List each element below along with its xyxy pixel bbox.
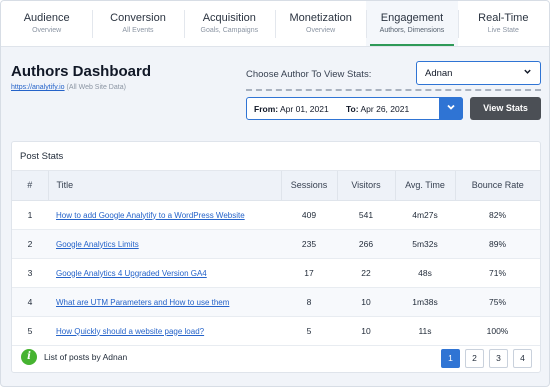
row-number: 4 (12, 287, 48, 317)
tab-sublabel: Goals, Campaigns (200, 27, 259, 34)
post-link[interactable]: Google Analytics Limits (56, 240, 139, 249)
tab-audience[interactable]: Audience Overview (1, 1, 92, 46)
tab-label: Engagement (380, 12, 444, 24)
row-visitors: 10 (337, 316, 395, 346)
row-number: 1 (12, 200, 48, 230)
post-stats-card: Post Stats # Title Sessions Visitors Avg… (11, 141, 541, 373)
author-select[interactable]: Adnan (416, 61, 541, 85)
row-title: How Quickly should a website page load? (48, 316, 281, 346)
post-link[interactable]: What are UTM Parameters and How to use t… (56, 298, 229, 307)
author-label: Choose Author To View Stats: (246, 69, 372, 80)
tab-label: Acquisition (202, 12, 256, 24)
tab-sublabel: Live State (487, 27, 519, 34)
view-stats-button[interactable]: View Stats (470, 97, 541, 120)
row-title: Google Analytics Limits (48, 229, 281, 259)
from-date: Apr 01, 2021 (280, 104, 329, 114)
to-label: To: (346, 104, 359, 114)
chevron-down-icon (447, 104, 455, 110)
chevron-down-icon (523, 67, 532, 79)
date-dropdown-button[interactable] (439, 97, 463, 120)
row-number: 5 (12, 316, 48, 346)
row-title: Google Analytics 4 Upgraded Version GA4 (48, 258, 281, 288)
tab-sublabel: Authors, Dimensions (379, 27, 445, 34)
tab-acquisition[interactable]: Acquisition Goals, Campaigns (183, 1, 275, 46)
date-range-picker[interactable]: From: Apr 01, 2021 To: Apr 26, 2021 (246, 97, 463, 120)
site-note: (All Web Site Data) (66, 84, 126, 91)
tab-label: Monetization (289, 12, 352, 24)
row-sessions: 235 (281, 229, 337, 259)
dashboard-frame: Audience Overview Conversion All Events … (0, 0, 550, 387)
row-visitors: 266 (337, 229, 395, 259)
tab-sublabel: Overview (32, 27, 62, 34)
row-title: How to add Google Analytify to a WordPre… (48, 200, 281, 230)
tab-sublabel: Overview (306, 27, 336, 34)
col-sessions: Sessions (281, 171, 338, 201)
tab-label: Audience (23, 12, 70, 24)
row-avg-time: 11s (395, 316, 455, 346)
table-row: 2 Google Analytics Limits 235 266 5m32s … (12, 229, 540, 259)
site-info: https://analytify.io (All Web Site Data) (11, 84, 126, 91)
table-row: 5 How Quickly should a website page load… (12, 316, 540, 346)
row-bounce-rate: 75% (455, 287, 540, 317)
tab-label: Conversion (110, 12, 166, 24)
table-row: 4 What are UTM Parameters and How to use… (12, 287, 540, 317)
page-button-2[interactable]: 2 (465, 349, 484, 368)
page-button-4[interactable]: 4 (513, 349, 532, 368)
page-button-3[interactable]: 3 (489, 349, 508, 368)
footer-text: List of posts by Adnan (44, 352, 128, 362)
row-bounce-rate: 100% (455, 316, 540, 346)
row-avg-time: 48s (395, 258, 455, 288)
post-link[interactable]: How to add Google Analytify to a WordPre… (56, 211, 245, 220)
row-bounce-rate: 71% (455, 258, 540, 288)
row-bounce-rate: 89% (455, 229, 540, 259)
table-header-row: # Title Sessions Visitors Avg. Time Boun… (12, 171, 540, 201)
row-sessions: 5 (281, 316, 337, 346)
col-visitors: Visitors (337, 171, 396, 201)
row-sessions: 409 (281, 200, 337, 230)
col-title: Title (48, 171, 282, 201)
post-link[interactable]: How Quickly should a website page load? (56, 327, 204, 336)
tab-monetization[interactable]: Monetization Overview (274, 1, 366, 46)
row-number: 2 (12, 229, 48, 259)
row-title: What are UTM Parameters and How to use t… (48, 287, 281, 317)
tab-conversion[interactable]: Conversion All Events (92, 1, 183, 46)
col-number: # (12, 171, 49, 201)
author-selected-value: Adnan (425, 68, 453, 79)
pagination: 1 2 3 4 (441, 349, 532, 368)
row-avg-time: 1m38s (395, 287, 455, 317)
row-sessions: 8 (281, 287, 337, 317)
date-from: From: Apr 01, 2021 (254, 104, 329, 114)
row-number: 3 (12, 258, 48, 288)
row-visitors: 541 (337, 200, 395, 230)
row-bounce-rate: 82% (455, 200, 540, 230)
divider (246, 89, 541, 91)
page-button-1[interactable]: 1 (441, 349, 460, 368)
row-visitors: 22 (337, 258, 395, 288)
card-title: Post Stats (12, 142, 540, 171)
tab-label: Real-Time (478, 12, 529, 24)
date-to: To: Apr 26, 2021 (346, 104, 409, 114)
page-title: Authors Dashboard (11, 63, 152, 80)
to-date: Apr 26, 2021 (360, 104, 410, 114)
post-stats-table: # Title Sessions Visitors Avg. Time Boun… (12, 171, 540, 346)
info-icon: i (21, 349, 37, 365)
tab-bar: Audience Overview Conversion All Events … (1, 1, 549, 47)
tab-sublabel: All Events (122, 27, 154, 34)
col-bounce-rate: Bounce Rate (455, 171, 540, 201)
row-visitors: 10 (337, 287, 395, 317)
tab-real-time[interactable]: Real-Time Live State (457, 1, 549, 46)
col-avg-time: Avg. Time (395, 171, 456, 201)
row-avg-time: 5m32s (395, 229, 455, 259)
site-link[interactable]: https://analytify.io (11, 84, 65, 91)
row-sessions: 17 (281, 258, 337, 288)
table-row: 3 Google Analytics 4 Upgraded Version GA… (12, 258, 540, 288)
from-label: From: (254, 104, 279, 114)
row-avg-time: 4m27s (395, 200, 455, 230)
tab-engagement[interactable]: Engagement Authors, Dimensions (366, 1, 458, 46)
post-link[interactable]: Google Analytics 4 Upgraded Version GA4 (56, 269, 207, 278)
table-row: 1 How to add Google Analytify to a WordP… (12, 200, 540, 230)
card-footer: i List of posts by Adnan 1 2 3 4 (12, 343, 540, 372)
